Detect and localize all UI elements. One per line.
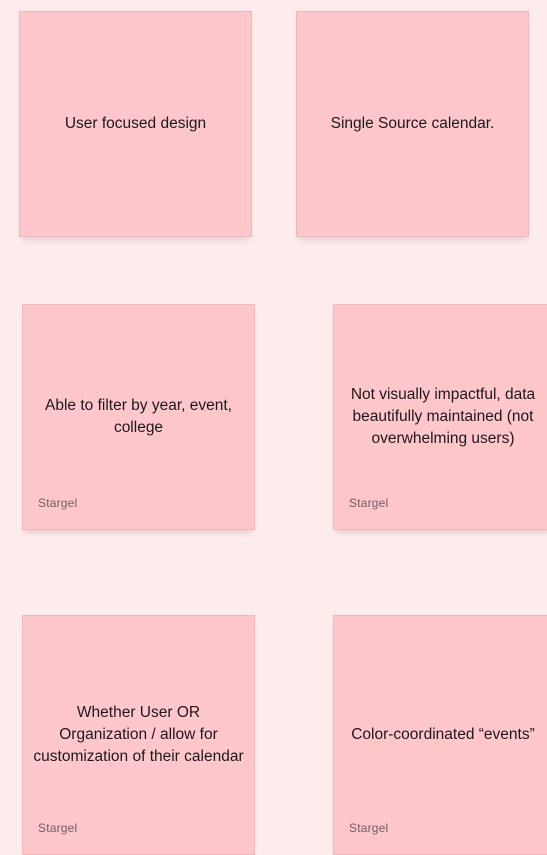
sticky-note-text: User focused design bbox=[64, 115, 207, 132]
sticky-note[interactable]: Color-coordinated “events” Stargel bbox=[333, 615, 547, 855]
sticky-note[interactable]: Whether User OR Organization / allow for… bbox=[22, 615, 255, 855]
sticky-note-text: Not visually impactful, data beautifully… bbox=[350, 386, 536, 447]
sticky-note-text: Able to filter by year, event, college bbox=[45, 397, 232, 436]
sticky-note-text: Single Source calendar. bbox=[330, 115, 495, 132]
sticky-note[interactable]: Single Source calendar. bbox=[296, 11, 529, 237]
sticky-note[interactable]: Not visually impactful, data beautifully… bbox=[333, 304, 547, 530]
sticky-note[interactable]: User focused design bbox=[19, 11, 252, 237]
sticky-note-text: Whether User OR Organization / allow for… bbox=[33, 704, 244, 765]
sticky-note-author: Stargel bbox=[38, 821, 78, 835]
sticky-note-author: Stargel bbox=[38, 496, 78, 510]
sticky-note[interactable]: Able to filter by year, event, college S… bbox=[22, 304, 255, 530]
sticky-note-author: Stargel bbox=[349, 496, 389, 510]
sticky-note-author: Stargel bbox=[349, 821, 389, 835]
sticky-note-text: Color-coordinated “events” bbox=[351, 726, 535, 743]
